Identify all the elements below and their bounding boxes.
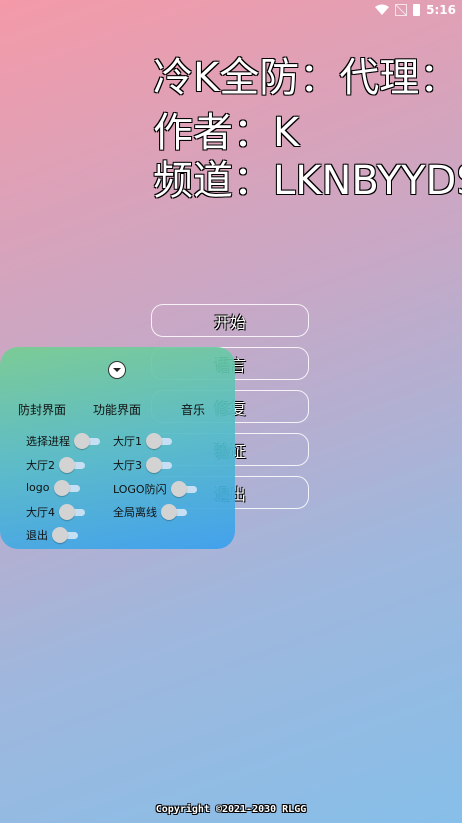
- toggle-label: 大厅1: [113, 435, 142, 448]
- status-bar: 5:16: [0, 0, 462, 20]
- floating-menu-panel: 防封界面 功能界面 音乐 选择进程 大厅1 大厅2 大厅3 logo LOGO防…: [0, 347, 235, 549]
- headline-channel: 频道：LKNBYYDS: [153, 158, 462, 204]
- toggle-switch[interactable]: [52, 527, 78, 543]
- toggle-row: 选择进程: [26, 433, 100, 449]
- no-signal-icon: [395, 4, 408, 16]
- headline-title: 冷K全防：代理：: [153, 55, 460, 101]
- start-button-label: 开始: [213, 312, 246, 332]
- toggle-label: LOGO防闪: [113, 483, 167, 496]
- toggle-row: LOGO防闪: [113, 481, 197, 497]
- toggle-label: 全局离线: [113, 506, 157, 519]
- toggle-switch[interactable]: [59, 457, 85, 473]
- tab-music[interactable]: 音乐: [181, 401, 205, 418]
- toggle-label: 大厅2: [26, 459, 55, 472]
- toggle-row: logo: [26, 479, 80, 496]
- toggle-switch[interactable]: [146, 433, 172, 449]
- toggle-switch[interactable]: [146, 457, 172, 473]
- status-time: 5:16: [426, 3, 456, 17]
- toggle-switch[interactable]: [59, 504, 85, 520]
- toggle-label: logo: [26, 481, 50, 494]
- toggle-row: 大厅2: [26, 457, 85, 473]
- headline-author: 作者：K: [153, 110, 300, 156]
- toggle-label: 选择进程: [26, 435, 70, 448]
- toggle-row: 大厅4: [26, 504, 85, 520]
- toggle-row: 退出: [26, 527, 78, 543]
- chevron-down-icon: [113, 368, 121, 372]
- toggle-switch[interactable]: [74, 433, 100, 449]
- toggle-row: 大厅1: [113, 433, 172, 449]
- toggle-switch[interactable]: [161, 504, 187, 520]
- toggle-switch[interactable]: [53, 479, 80, 496]
- toggle-switch[interactable]: [170, 481, 197, 497]
- tab-anti-ban[interactable]: 防封界面: [18, 401, 66, 418]
- toggle-row: 全局离线: [113, 504, 187, 520]
- tab-features[interactable]: 功能界面: [93, 401, 141, 418]
- wifi-icon: [375, 4, 390, 15]
- toggle-label: 大厅4: [26, 506, 55, 519]
- start-button[interactable]: 开始: [151, 304, 309, 337]
- copyright-footer: Copyright ©2021-2030 RLGG: [155, 804, 307, 815]
- toggle-label: 退出: [26, 529, 48, 542]
- collapse-button[interactable]: [108, 361, 126, 379]
- toggle-label: 大厅3: [113, 459, 142, 472]
- battery-icon: [413, 4, 421, 16]
- toggle-row: 大厅3: [113, 457, 172, 473]
